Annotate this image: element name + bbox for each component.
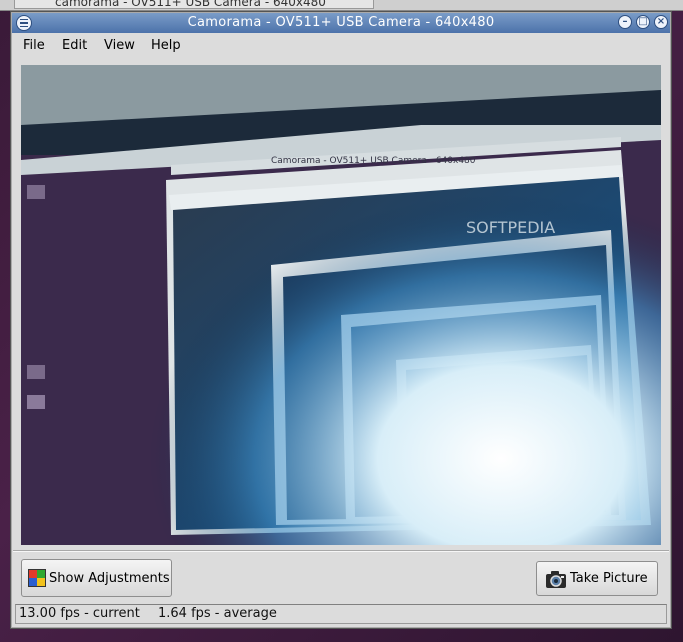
title-bar[interactable]: Camorama - OV511+ USB Camera - 640x480 –… xyxy=(12,13,670,33)
menu-bar: File Edit View Help xyxy=(12,34,670,58)
status-bar: 13.00 fps - current 1.64 fps - average xyxy=(15,604,667,624)
softpedia-watermark: SOFTPEDIA xyxy=(466,218,555,237)
maximize-icon[interactable]: □ xyxy=(636,15,650,29)
menu-file[interactable]: File xyxy=(23,38,45,53)
take-picture-button[interactable]: Take Picture xyxy=(536,561,658,596)
menu-edit[interactable]: Edit xyxy=(62,38,87,53)
separator xyxy=(13,550,669,552)
nested-title-text: Camorama - OV511+ USB Camera - 640x480 xyxy=(271,156,476,166)
camera-icon xyxy=(546,570,566,588)
video-frame-image: Camorama - OV511+ USB Camera - 640x480 S… xyxy=(21,65,661,545)
taskbar-item[interactable]: camorama - OV511+ USB Camera - 640x480 xyxy=(14,0,374,9)
fps-current: 13.00 fps - current xyxy=(19,606,140,621)
take-picture-label: Take Picture xyxy=(570,571,648,586)
window-title: Camorama - OV511+ USB Camera - 640x480 xyxy=(187,15,495,30)
camera-video-feed: Camorama - OV511+ USB Camera - 640x480 S… xyxy=(21,65,661,545)
fps-average: 1.64 fps - average xyxy=(158,606,277,621)
minimize-icon[interactable]: – xyxy=(618,15,632,29)
show-adjustments-button[interactable]: Show Adjustments xyxy=(21,559,172,597)
desktop-taskbar: camorama - OV511+ USB Camera - 640x480 xyxy=(0,0,683,11)
camorama-window: Camorama - OV511+ USB Camera - 640x480 –… xyxy=(10,11,672,629)
color-grid-icon xyxy=(28,569,46,587)
menu-view[interactable]: View xyxy=(104,38,135,53)
show-adjustments-label: Show Adjustments xyxy=(49,570,170,586)
close-icon[interactable]: × xyxy=(654,15,668,29)
menu-help[interactable]: Help xyxy=(151,38,181,53)
